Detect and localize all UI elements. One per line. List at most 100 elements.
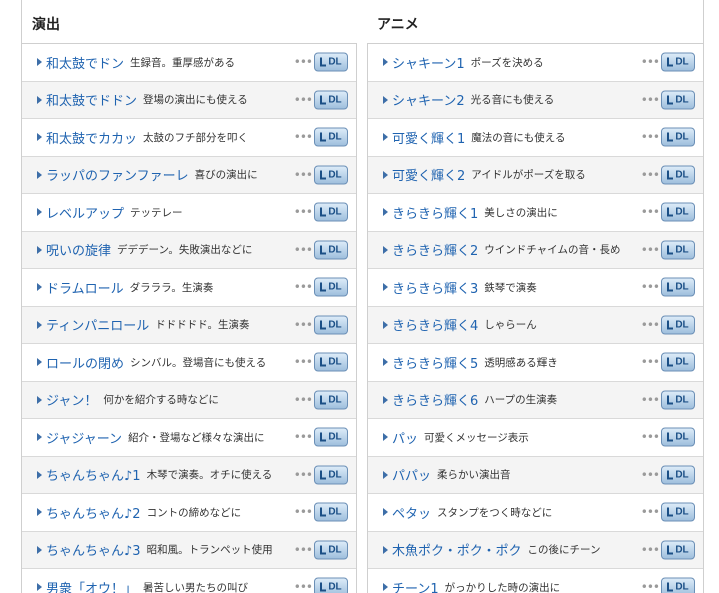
sound-title-link[interactable]: シャキーン1 [392, 53, 465, 72]
sound-title-link[interactable]: きらきら輝く1 [392, 203, 478, 222]
download-button[interactable]: DL [314, 390, 348, 410]
sound-title-link[interactable]: ティンパニロール [46, 315, 149, 334]
sound-title-link[interactable]: 木魚ポク・ポク・ポク [392, 540, 521, 559]
download-button[interactable]: DL [314, 277, 348, 297]
sound-title-link[interactable]: 男衆「オウ！」 [46, 578, 137, 593]
sound-list: 和太鼓でドン 生録音。重厚感がある ••• DL 和太鼓でドドン 登場の演出にも使える ••… [22, 43, 357, 593]
sound-row: ラッパのファンファーレ 喜びの演出に ••• DL [22, 156, 356, 194]
sound-title-link[interactable]: 和太鼓でドン [46, 53, 124, 72]
download-button[interactable]: DL [661, 540, 695, 560]
sound-title-link[interactable]: ロールの閉め [46, 353, 124, 372]
play-arrow-icon [383, 58, 388, 67]
download-button[interactable]: DL [314, 577, 348, 593]
sound-title-link[interactable]: ジャジャーン [46, 428, 122, 447]
download-label: DL [675, 244, 689, 256]
download-button[interactable]: DL [314, 240, 348, 260]
play-arrow-icon [383, 208, 388, 217]
play-arrow-icon [383, 283, 388, 292]
download-label: DL [328, 356, 342, 368]
download-button[interactable]: DL [661, 127, 695, 147]
download-label: DL [675, 281, 689, 293]
sound-title-link[interactable]: ちゃんちゃん♪2 [46, 503, 141, 522]
sound-title-link[interactable]: シャキーン2 [392, 90, 465, 109]
download-button[interactable]: DL [314, 165, 348, 185]
download-button[interactable]: DL [661, 315, 695, 335]
download-icon [320, 395, 327, 405]
sound-title-link[interactable]: 和太鼓でドドン [46, 90, 137, 109]
sound-title-link[interactable]: レベルアップ [46, 203, 124, 222]
download-button[interactable]: DL [661, 277, 695, 297]
sound-row: きらきら輝く5 透明感ある輝き ••• DL [368, 344, 703, 382]
download-label: DL [675, 94, 689, 106]
sound-description: アイドルがポーズを取る [471, 169, 586, 182]
more-dots-icon: ••• [640, 580, 660, 593]
sound-row: チーン1 がっかりした時の演出に ••• DL [368, 569, 703, 593]
download-label: DL [675, 356, 689, 368]
sound-title-link[interactable]: きらきら輝く3 [392, 278, 478, 297]
download-button[interactable]: DL [661, 577, 695, 593]
sound-title-link[interactable]: ドラムロール [46, 278, 124, 297]
sound-title-link[interactable]: パパッ [392, 465, 431, 484]
more-dots-icon: ••• [293, 130, 313, 145]
more-dots-icon: ••• [293, 167, 313, 182]
sound-title-link[interactable]: ラッパのファンファーレ [46, 165, 189, 184]
sound-title-link[interactable]: きらきら輝く4 [392, 315, 478, 334]
sound-title-link[interactable]: パッ [392, 428, 418, 447]
sound-row: きらきら輝く1 美しさの演出に ••• DL [368, 194, 703, 232]
sound-description: 魔法の音にも使える [471, 131, 566, 144]
download-button[interactable]: DL [661, 165, 695, 185]
download-button[interactable]: DL [314, 352, 348, 372]
download-button[interactable]: DL [661, 90, 695, 110]
sound-title-link[interactable]: ちゃんちゃん♪3 [46, 540, 141, 559]
download-button[interactable]: DL [314, 90, 348, 110]
download-button[interactable]: DL [314, 315, 348, 335]
download-label: DL [675, 431, 689, 443]
download-button[interactable]: DL [314, 127, 348, 147]
sound-title-link[interactable]: 呪いの旋律 [46, 240, 111, 259]
sound-title-link[interactable]: ジャン！ [46, 390, 97, 409]
download-button[interactable]: DL [661, 427, 695, 447]
play-arrow-icon [383, 95, 388, 104]
more-dots-icon: ••• [640, 242, 660, 257]
sound-description: 木琴で演奏。オチに使える [146, 469, 273, 482]
download-label: DL [675, 544, 689, 556]
sound-title-link[interactable]: きらきら輝く6 [392, 390, 478, 409]
sound-title-link[interactable]: 和太鼓でカカッ [46, 128, 137, 147]
sound-row: シャキーン2 光る音にも使える ••• DL [368, 81, 703, 119]
download-button[interactable]: DL [661, 390, 695, 410]
more-dots-icon: ••• [640, 130, 660, 145]
download-button[interactable]: DL [314, 502, 348, 522]
sound-title-link[interactable]: 可愛く輝く2 [392, 165, 465, 184]
sound-description: 登場の演出にも使える [143, 94, 248, 107]
sound-title-link[interactable]: ペタッ [392, 503, 431, 522]
download-button[interactable]: DL [661, 502, 695, 522]
sound-description: スタンプをつく時などに [437, 506, 553, 519]
download-icon [667, 582, 674, 592]
download-button[interactable]: DL [661, 352, 695, 372]
sound-title-link[interactable]: きらきら輝く5 [392, 353, 478, 372]
play-arrow-icon [37, 433, 42, 442]
sound-description: 紹介・登場など様々な演出に [128, 431, 265, 444]
sound-title-link[interactable]: きらきら輝く2 [392, 240, 478, 259]
download-button[interactable]: DL [661, 465, 695, 485]
download-label: DL [328, 56, 342, 68]
sound-description: 太鼓のフチ部分を叩く [143, 131, 249, 144]
sound-title-link[interactable]: 可愛く輝く1 [392, 128, 465, 147]
download-button[interactable]: DL [314, 427, 348, 447]
play-arrow-icon [37, 245, 42, 254]
download-button[interactable]: DL [314, 52, 348, 72]
download-icon [320, 432, 327, 442]
download-button[interactable]: DL [661, 202, 695, 222]
download-button[interactable]: DL [661, 52, 695, 72]
download-button[interactable]: DL [314, 465, 348, 485]
download-button[interactable]: DL [314, 540, 348, 560]
download-button[interactable]: DL [661, 240, 695, 260]
sound-row: ジャジャーン 紹介・登場など様々な演出に ••• DL [22, 419, 356, 457]
sound-title-link[interactable]: チーン1 [392, 578, 439, 593]
sound-title-link[interactable]: ちゃんちゃん♪1 [46, 465, 141, 484]
download-label: DL [328, 581, 342, 593]
download-button[interactable]: DL [314, 202, 348, 222]
more-dots-icon: ••• [640, 167, 660, 182]
sound-row: ドラムロール ダラララ。生演奏 ••• DL [22, 269, 356, 307]
sound-row: きらきら輝く2 ウインドチャイムの音・長め ••• DL [368, 231, 703, 269]
